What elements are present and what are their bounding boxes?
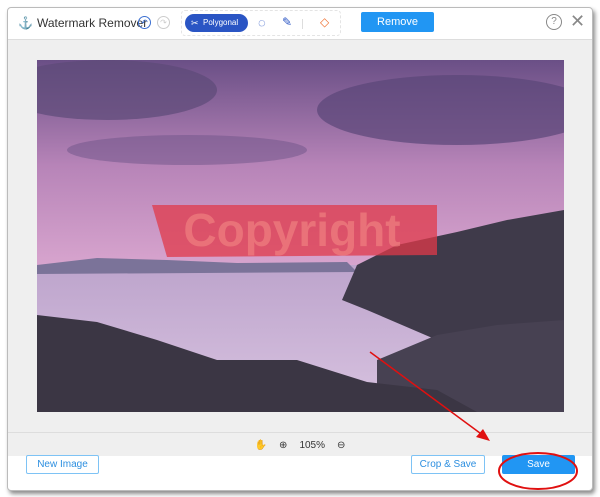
zoom-level: 105% <box>299 439 326 451</box>
eraser-icon[interactable]: ◇ <box>320 15 329 29</box>
divider <box>302 19 303 29</box>
hand-icon[interactable]: ✋ <box>255 440 267 451</box>
lasso-icon[interactable]: ◌ <box>258 15 266 30</box>
new-image-button[interactable]: New Image <box>26 455 99 474</box>
header: ⚓ Watermark Remover ↶ ↷ Polygonal ✂ ◌ ✎ ◇… <box>8 8 592 39</box>
close-icon[interactable]: ✕ <box>570 11 585 32</box>
zoom-out-icon[interactable]: ⊖ <box>337 440 345 451</box>
watermark-text: Copyright <box>183 204 400 256</box>
save-button[interactable]: Save <box>502 455 575 474</box>
brush-icon[interactable]: ✎ <box>282 15 292 29</box>
canvas-area: Copyright ✋ ⊕ 105% ⊖ <box>8 39 592 456</box>
watermark-icon: ⚓ <box>18 16 33 30</box>
redo-icon[interactable]: ↷ <box>157 16 170 29</box>
app-window: ⚓ Watermark Remover ↶ ↷ Polygonal ✂ ◌ ✎ ◇… <box>7 7 593 491</box>
remove-button[interactable]: Remove <box>361 12 434 32</box>
crop-save-button[interactable]: Crop & Save <box>411 455 485 474</box>
polygon-icon: ✂ <box>191 18 199 28</box>
image-canvas[interactable]: Copyright <box>37 60 564 412</box>
zoom-in-icon[interactable]: ⊕ <box>279 440 287 451</box>
polygonal-button[interactable]: Polygonal ✂ <box>185 14 248 32</box>
tool-group: Polygonal ✂ ◌ ✎ ◇ <box>181 10 341 36</box>
undo-icon[interactable]: ↶ <box>138 16 151 29</box>
help-icon[interactable]: ? <box>546 14 562 30</box>
app-title: ⚓ Watermark Remover <box>18 16 148 30</box>
zoom-bar: ✋ ⊕ 105% ⊖ <box>8 432 592 457</box>
